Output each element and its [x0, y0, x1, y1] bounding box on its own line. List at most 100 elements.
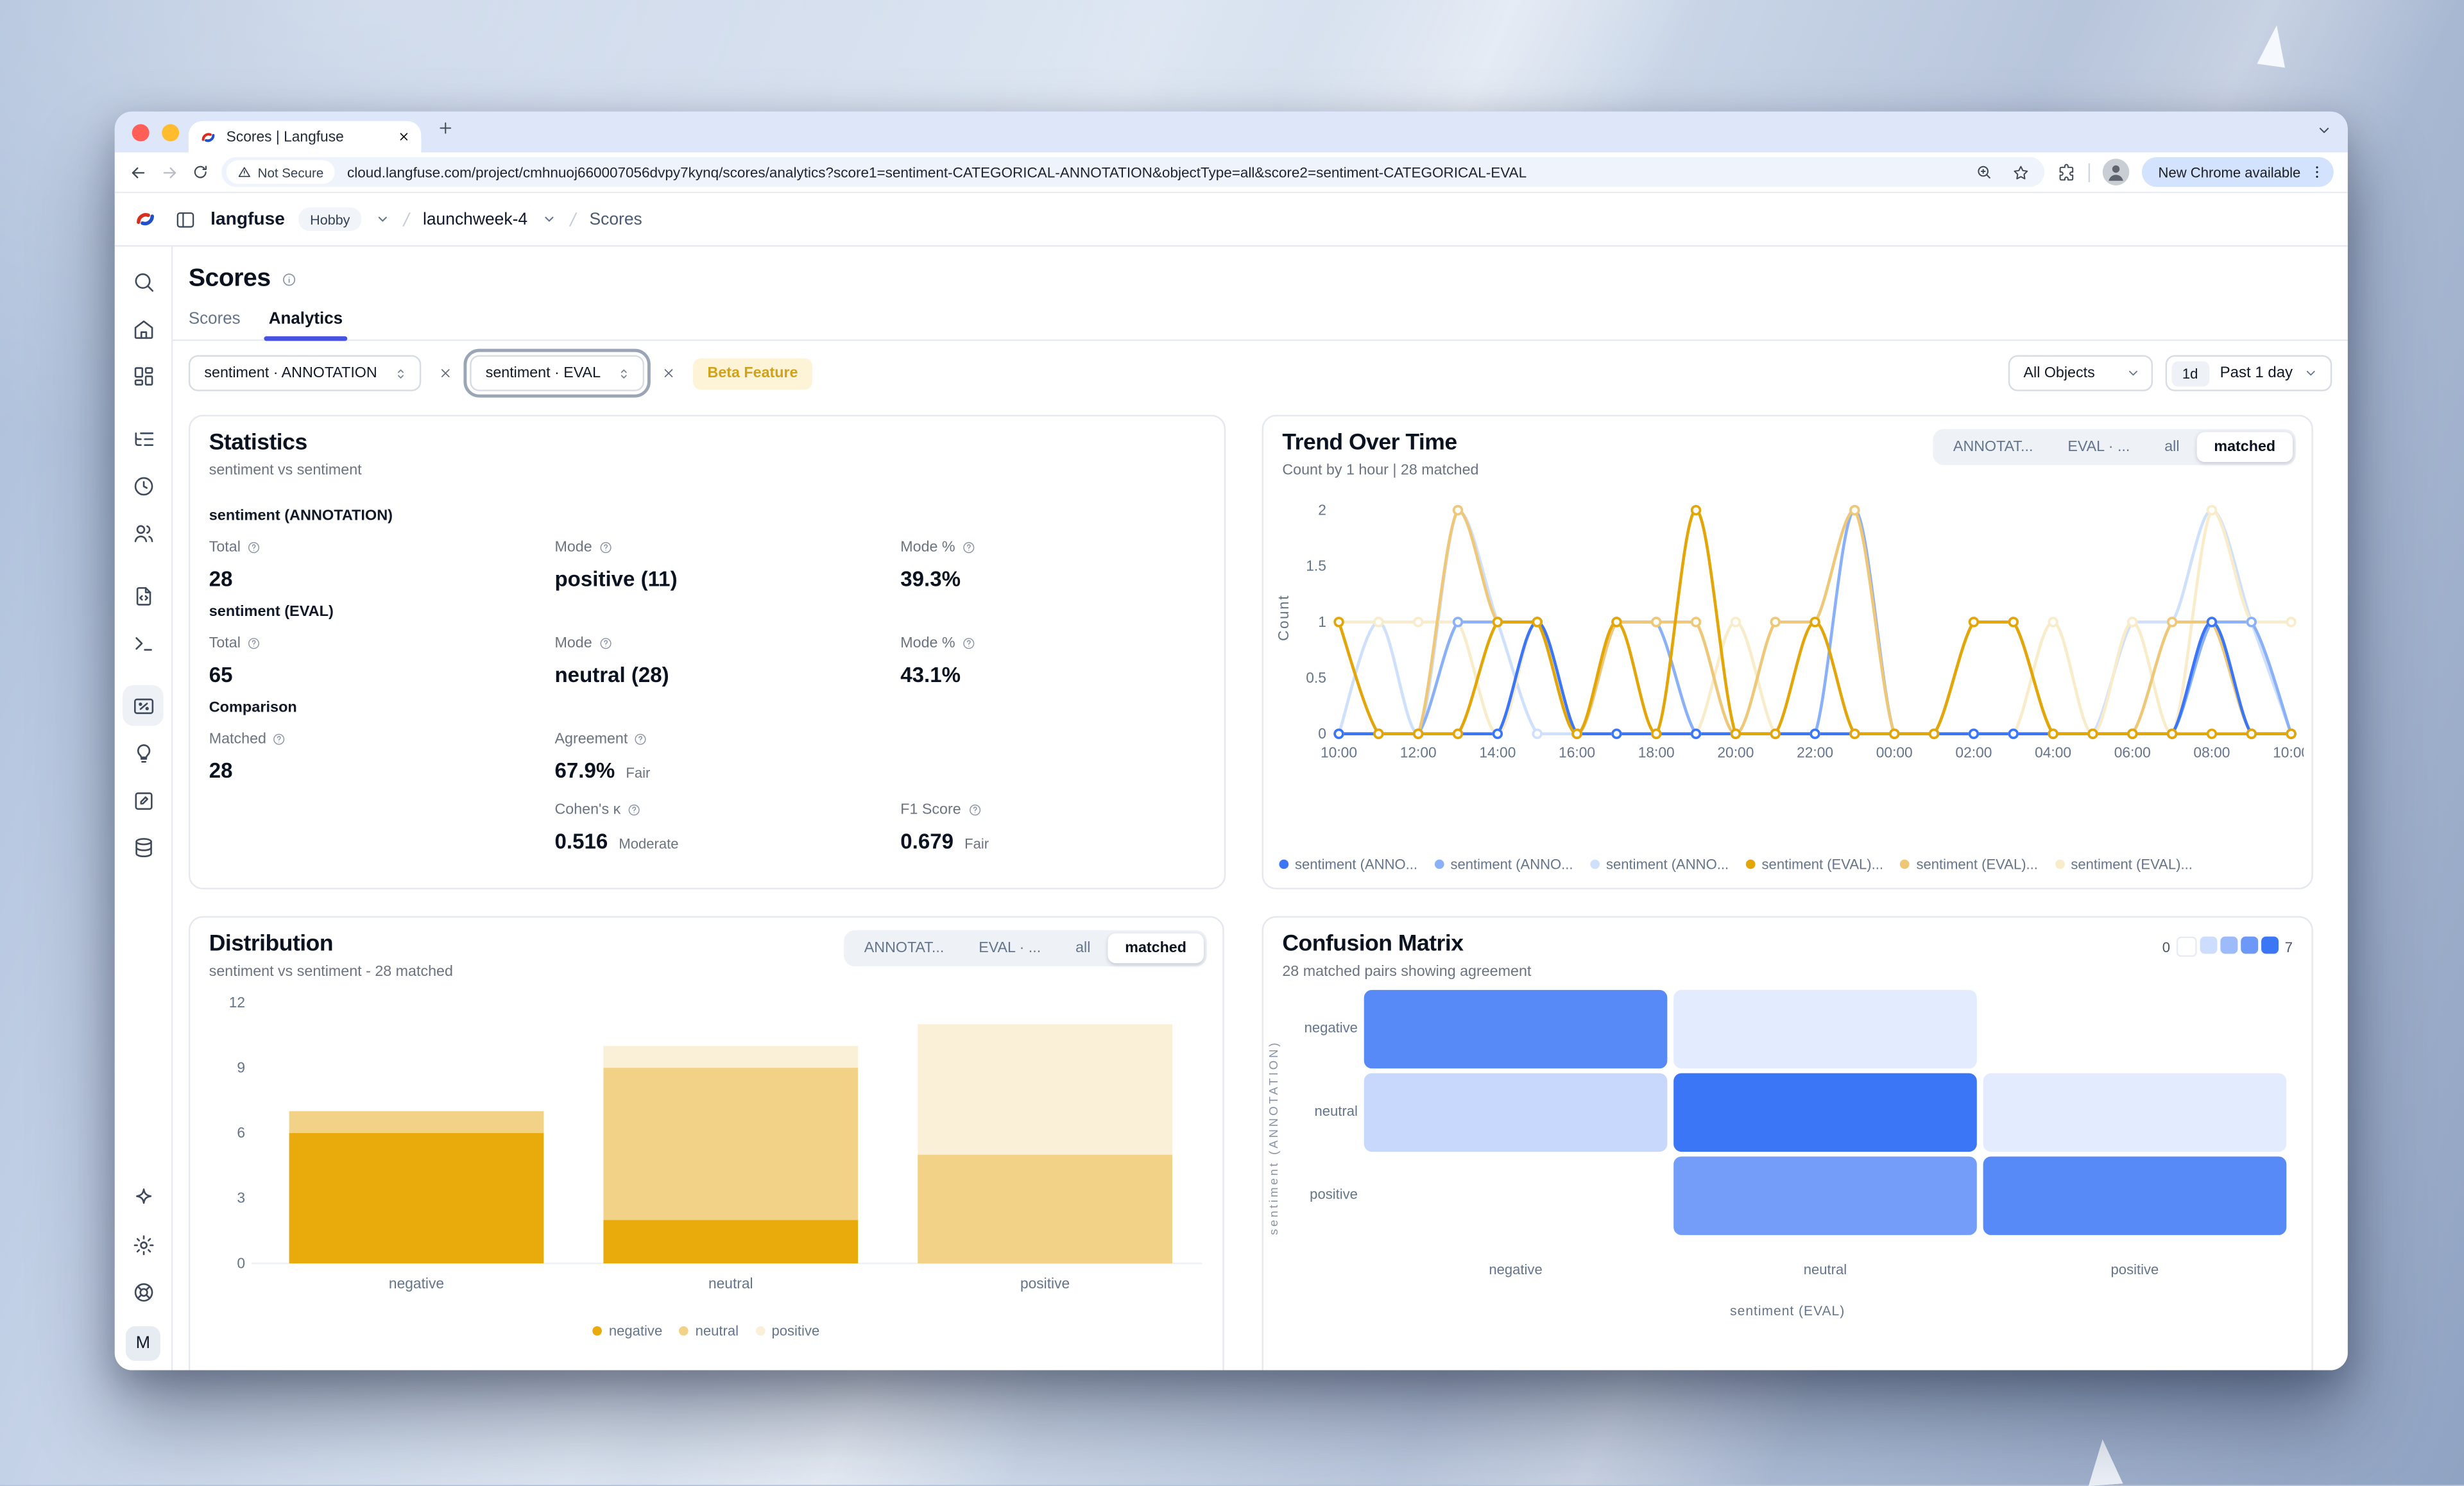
- main-content: Scores Scores Analytics sentiment · ANNO…: [173, 246, 2347, 1370]
- distribution-bar-segment: [603, 1068, 858, 1220]
- sidebar-item-scores[interactable]: [123, 685, 164, 726]
- sidebar-item-playground[interactable]: [123, 622, 164, 663]
- sidebar-item-sparkle[interactable]: [123, 1177, 164, 1218]
- help-icon[interactable]: [247, 540, 261, 554]
- close-window-button[interactable]: [132, 124, 150, 141]
- legend-item: sentiment (ANNO...: [1279, 857, 1417, 872]
- user-avatar[interactable]: M: [126, 1326, 160, 1361]
- annotation-icon: [131, 788, 155, 812]
- distribution-bar-segment: [918, 1155, 1172, 1263]
- stats-section-heading: sentiment (EVAL): [209, 603, 1206, 620]
- help-icon[interactable]: [247, 636, 261, 651]
- range-shortcut[interactable]: 1d: [2171, 361, 2209, 386]
- clear-score2-icon[interactable]: [657, 366, 681, 380]
- select-updown-icon: [393, 365, 408, 380]
- chevron-down-icon[interactable]: [542, 212, 556, 226]
- forward-icon[interactable]: [160, 162, 179, 181]
- breadcrumb-project[interactable]: launchweek-4: [423, 210, 527, 228]
- sidebar-item-search[interactable]: [123, 261, 164, 302]
- new-tab-button[interactable]: [437, 119, 454, 137]
- reload-icon[interactable]: [192, 164, 209, 181]
- sidebar-item-users[interactable]: [123, 512, 164, 553]
- view-tab-annotat[interactable]: ANNOTAT...: [847, 934, 961, 964]
- info-icon[interactable]: [282, 272, 297, 287]
- score2-select[interactable]: sentiment · EVAL: [470, 355, 644, 391]
- sidebar-item-annotation[interactable]: [123, 780, 164, 821]
- help-icon[interactable]: [961, 540, 975, 554]
- confusion-x-axis-label: sentiment (EVAL): [1282, 1302, 2293, 1318]
- minimize-window-button[interactable]: [162, 124, 179, 141]
- svg-text:16:00: 16:00: [1559, 744, 1595, 760]
- date-range-select[interactable]: 1d Past 1 day: [2165, 355, 2332, 391]
- distribution-subtitle: sentiment vs sentiment - 28 matched: [209, 963, 453, 980]
- legend-dot: [1591, 860, 1600, 869]
- chevron-down-icon[interactable]: [375, 212, 389, 226]
- wallpaper-peak: [2257, 23, 2291, 67]
- sidebar-item-sessions[interactable]: [123, 465, 164, 506]
- trend-data-point: [1970, 730, 1978, 738]
- beta-feature-badge: Beta Feature: [693, 357, 812, 389]
- svg-text:9: 9: [237, 1059, 245, 1075]
- sidebar-item-prompts[interactable]: [123, 575, 164, 616]
- legend-dot: [680, 1326, 689, 1336]
- help-icon[interactable]: [273, 732, 287, 746]
- view-tab-matched[interactable]: matched: [1108, 934, 1204, 964]
- score1-select[interactable]: sentiment · ANNOTATION: [189, 355, 421, 391]
- help-icon[interactable]: [598, 540, 612, 554]
- close-tab-icon[interactable]: [398, 130, 411, 143]
- tab-scores[interactable]: Scores: [189, 309, 241, 339]
- help-icon[interactable]: [634, 732, 648, 746]
- view-tab-eval[interactable]: EVAL · ...: [961, 934, 1058, 964]
- confusion-matrix: sentiment (ANNOTATION)negativeneutralpos…: [1282, 990, 2293, 1371]
- help-icon[interactable]: [961, 636, 975, 651]
- sidebar-item-tracing[interactable]: [123, 418, 164, 459]
- tab-search-chevron-icon[interactable]: [2316, 123, 2332, 138]
- breadcrumb-org[interactable]: langfuse: [210, 210, 285, 228]
- sidebar-item-home[interactable]: [123, 308, 164, 349]
- sidebar-item-evals[interactable]: [123, 732, 164, 773]
- view-tab-matched[interactable]: matched: [2196, 432, 2293, 462]
- trend-data-point: [2049, 618, 2057, 626]
- view-tab-all[interactable]: all: [1058, 934, 1108, 964]
- chevron-down-icon: [2304, 366, 2318, 380]
- sidebar-item-dashboards[interactable]: [123, 355, 164, 396]
- sidebar-item-support[interactable]: [123, 1271, 164, 1312]
- trend-data-point: [1613, 730, 1621, 738]
- heat-scale-swatch: [2177, 937, 2197, 957]
- select-updown-icon: [616, 365, 631, 380]
- trend-data-point: [2049, 730, 2057, 738]
- stats-section-heading: sentiment (ANNOTATION): [209, 508, 1206, 525]
- sidebar-toggle-icon[interactable]: [175, 208, 196, 230]
- security-chip[interactable]: Not Secure: [227, 160, 335, 184]
- svg-text:20:00: 20:00: [1717, 744, 1754, 760]
- help-icon[interactable]: [598, 636, 612, 651]
- score1-value: sentiment · ANNOTATION: [204, 364, 377, 382]
- tab-analytics[interactable]: Analytics: [269, 309, 343, 339]
- trend-data-point: [2287, 730, 2295, 738]
- chrome-update-button[interactable]: New Chrome available: [2143, 157, 2334, 187]
- view-tab-all[interactable]: all: [2147, 432, 2196, 462]
- metric-mode-: Mode %43.1%: [900, 635, 1205, 687]
- sidebar-item-datasets[interactable]: [123, 826, 164, 867]
- object-type-select[interactable]: All Objects: [2008, 355, 2152, 391]
- help-icon[interactable]: [627, 803, 641, 817]
- scores-icon: [131, 694, 155, 717]
- trend-data-point: [2128, 730, 2137, 738]
- zoom-icon[interactable]: [1976, 164, 1993, 181]
- metric-qualifier: Fair: [626, 765, 650, 781]
- browser-tab[interactable]: Scores | Langfuse: [189, 121, 421, 153]
- help-icon[interactable]: [967, 803, 981, 817]
- browser-profile-avatar[interactable]: [2103, 158, 2130, 185]
- sidebar-item-settings[interactable]: [123, 1224, 164, 1265]
- bookmark-star-icon[interactable]: [2012, 162, 2031, 181]
- extensions-icon[interactable]: [2058, 162, 2076, 181]
- statistics-card: Statistics sentiment vs sentiment sentim…: [189, 415, 1226, 890]
- evals-icon: [131, 741, 155, 765]
- clear-score1-icon[interactable]: [434, 366, 458, 380]
- back-icon[interactable]: [129, 162, 148, 181]
- url-bar[interactable]: Not Secure cloud.langfuse.com/project/cm…: [221, 157, 2045, 187]
- metric-matched: Matched28: [209, 731, 555, 783]
- view-tab-annotat[interactable]: ANNOTAT...: [1936, 432, 2050, 462]
- view-tab-eval[interactable]: EVAL · ...: [2050, 432, 2147, 462]
- browser-menu-icon[interactable]: [2309, 164, 2326, 181]
